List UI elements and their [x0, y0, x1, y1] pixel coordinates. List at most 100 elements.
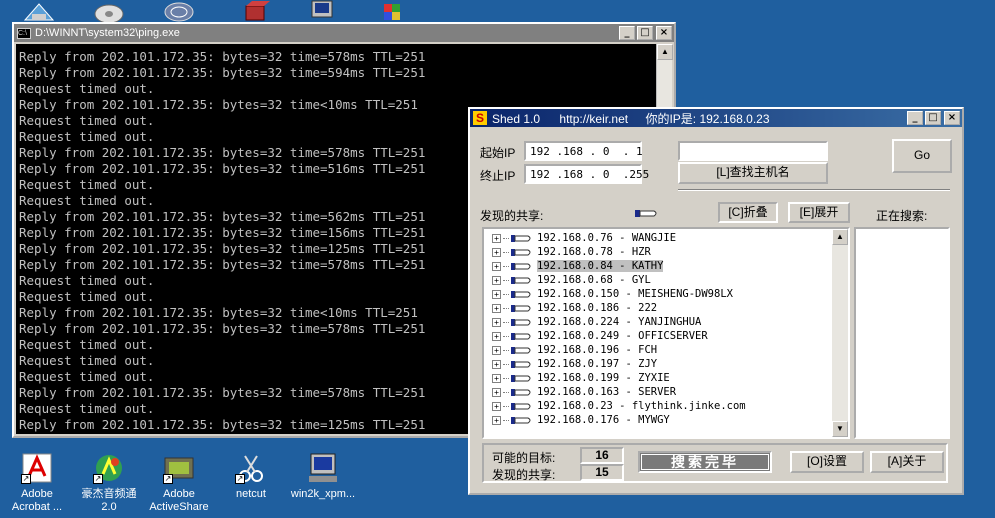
box-icon[interactable] — [238, 0, 272, 22]
audio-icon: ↗ — [93, 452, 125, 484]
expand-node-icon[interactable]: + — [492, 275, 501, 285]
expand-node-icon[interactable]: + — [492, 247, 501, 257]
desktop-icon-label: win2k_xpm... — [290, 488, 356, 500]
start-ip-input[interactable]: 192 .168 . 0 . 1 — [524, 141, 643, 161]
separator — [678, 189, 950, 191]
share-row[interactable]: +192.168.0.249 - OFFICSERVER — [486, 329, 832, 343]
share-label: 192.168.0.224 - YANJINGHUA — [537, 316, 702, 328]
share-label: 192.168.0.176 - MYWGY — [537, 414, 670, 426]
minimize-button[interactable]: _ — [619, 26, 635, 40]
expand-node-icon[interactable]: + — [492, 373, 501, 383]
maximize-button[interactable]: □ — [637, 26, 653, 40]
share-row[interactable]: +192.168.0.163 - SERVER — [486, 385, 832, 399]
minimize-button[interactable]: _ — [907, 111, 923, 125]
searching-list[interactable] — [854, 227, 950, 439]
tree-line — [503, 237, 509, 239]
collapse-button[interactable]: [C]折叠 — [718, 202, 778, 223]
disk-icon[interactable] — [92, 0, 126, 24]
share-label: 192.168.0.23 - flythink.jinke.com — [537, 400, 746, 412]
possible-targets-count: 16 — [580, 447, 624, 464]
hostname-input[interactable] — [678, 141, 828, 161]
hand-share-icon — [511, 373, 533, 383]
scroll-up-button[interactable]: ▲ — [832, 229, 848, 245]
tree-scrollbar[interactable]: ▲ ▼ — [832, 229, 848, 437]
hand-share-icon — [511, 401, 533, 411]
share-row[interactable]: +192.168.0.84 - KATHY — [486, 259, 832, 273]
share-label: 192.168.0.196 - FCH — [537, 344, 658, 356]
hand-share-icon — [511, 303, 533, 313]
share-row[interactable]: +192.168.0.199 - ZYXIE — [486, 371, 832, 385]
start-ip-label: 起始IP — [480, 146, 516, 160]
folder-icon[interactable] — [22, 0, 56, 22]
hand-share-icon — [511, 387, 533, 397]
acrobat-icon: ↗ — [21, 452, 53, 484]
end-ip-label: 终止IP — [480, 169, 516, 183]
shed-window[interactable]: S Shed 1.0 http://keir.net 你的IP是: 192.16… — [468, 107, 964, 495]
expand-node-icon[interactable]: + — [492, 317, 501, 327]
expand-node-icon[interactable]: + — [492, 415, 501, 425]
console-titlebar[interactable]: C:\ D:\WINNT\system32\ping.exe _ □ × — [14, 24, 674, 42]
share-label: 192.168.0.84 - KATHY — [537, 260, 664, 272]
expand-node-icon[interactable]: + — [492, 359, 501, 369]
expand-node-icon[interactable]: + — [492, 289, 501, 299]
computer-icon[interactable] — [306, 0, 340, 22]
network-icon[interactable] — [162, 0, 196, 22]
scroll-up-button[interactable]: ▲ — [657, 44, 673, 60]
shed-title: Shed 1.0 — [492, 111, 541, 126]
share-row[interactable]: +192.168.0.78 - HZR — [486, 245, 832, 259]
expand-node-icon[interactable]: + — [492, 387, 501, 397]
expand-node-icon[interactable]: + — [492, 261, 501, 271]
tree-line — [503, 391, 509, 393]
expand-node-icon[interactable]: + — [492, 303, 501, 313]
desktop-icon-installer[interactable]: win2k_xpm... — [278, 452, 368, 501]
expand-node-icon[interactable]: + — [492, 233, 501, 243]
share-row[interactable]: +192.168.0.23 - flythink.jinke.com — [486, 399, 832, 413]
found-shares-count-label: 发现的共享: — [492, 468, 556, 482]
possible-targets-label: 可能的目标: — [492, 451, 556, 465]
hand-share-icon — [511, 247, 533, 257]
share-row[interactable]: +192.168.0.186 - 222 — [486, 301, 832, 315]
share-row[interactable]: +192.168.0.150 - MEISHENG-DW98LX — [486, 287, 832, 301]
shed-titlebar[interactable]: S Shed 1.0 http://keir.net 你的IP是: 192.16… — [470, 109, 962, 127]
share-label: 192.168.0.76 - WANGJIE — [537, 232, 677, 244]
shed-my-ip: 你的IP是: 192.168.0.23 — [645, 111, 770, 126]
hand-share-icon — [511, 261, 533, 271]
hand-share-icon — [511, 317, 533, 327]
tree-line — [503, 321, 509, 323]
share-row[interactable]: +192.168.0.176 - MYWGY — [486, 413, 832, 427]
share-label: 192.168.0.78 - HZR — [537, 246, 651, 258]
lookup-hostname-button[interactable]: [L]查找主机名 — [678, 162, 828, 184]
share-row[interactable]: +192.168.0.196 - FCH — [486, 343, 832, 357]
status-indicator: 搜索完毕 — [638, 451, 772, 473]
share-label: 192.168.0.197 - ZJY — [537, 358, 658, 370]
shares-tree[interactable]: +192.168.0.76 - WANGJIE +192.168.0.78 - H… — [482, 227, 850, 439]
hand-share-icon — [511, 331, 533, 341]
maximize-button[interactable]: □ — [925, 111, 941, 125]
tree-line — [503, 279, 509, 281]
share-row[interactable]: +192.168.0.68 - GYL — [486, 273, 832, 287]
tree-line — [503, 349, 509, 351]
close-button[interactable]: × — [944, 111, 960, 125]
share-label: 192.168.0.68 - GYL — [537, 274, 651, 286]
status-text: 搜索完毕 — [641, 454, 769, 470]
console-line: Reply from 202.101.172.35: bytes=32 time… — [19, 49, 426, 64]
go-button[interactable]: Go — [892, 139, 952, 173]
close-button[interactable]: × — [656, 26, 672, 40]
tree-line — [503, 335, 509, 337]
shed-url: http://keir.net — [559, 111, 629, 126]
cube-icon[interactable] — [378, 0, 412, 22]
tree-line — [503, 405, 509, 407]
activeshare-icon: ↗ — [163, 452, 195, 484]
expand-node-icon[interactable]: + — [492, 345, 501, 355]
hand-share-icon — [634, 207, 660, 219]
share-row[interactable]: +192.168.0.76 - WANGJIE — [486, 231, 832, 245]
about-button[interactable]: [A]关于 — [870, 451, 944, 473]
end-ip-input[interactable]: 192 .168 . 0 .255 — [524, 164, 649, 184]
share-row[interactable]: +192.168.0.197 - ZJY — [486, 357, 832, 371]
share-row[interactable]: +192.168.0.224 - YANJINGHUA — [486, 315, 832, 329]
scroll-down-button[interactable]: ▼ — [832, 421, 848, 437]
expand-node-icon[interactable]: + — [492, 401, 501, 411]
settings-button[interactable]: [O]设置 — [790, 451, 864, 473]
expand-node-icon[interactable]: + — [492, 331, 501, 341]
expand-button[interactable]: [E]展开 — [788, 202, 850, 223]
